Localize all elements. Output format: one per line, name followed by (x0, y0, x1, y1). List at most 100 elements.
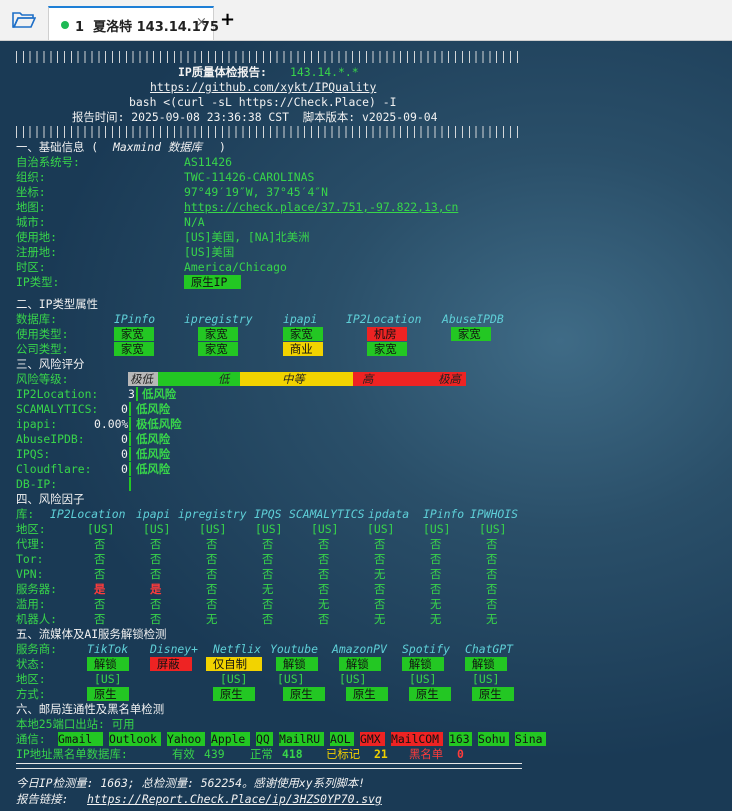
streaming-mode-badge: 原生 (283, 687, 325, 701)
command-text: bash <(curl -sL https://Check.Place) -I (129, 95, 397, 109)
factor-value: 否 (262, 537, 274, 551)
factor-value: 否 (262, 567, 274, 581)
streaming-region: [US] (277, 672, 305, 686)
risk-source: IPQS: (16, 447, 51, 461)
terminal-output[interactable]: IP质量体检报告: 143.14.*.* https://github.com/x… (0, 41, 732, 811)
factor-label: 滥用: (16, 597, 46, 611)
company-badge: 商业 (283, 342, 323, 356)
streaming-region: [US] (94, 672, 122, 686)
factor-value: 否 (318, 567, 330, 581)
comm-label: 通信: (16, 732, 46, 746)
black-label: 黑名单 (409, 747, 444, 761)
basic-value: [US]美国 (184, 245, 235, 259)
factor-value: 否 (206, 582, 218, 596)
basic-value[interactable]: https://check.place/37.751,-97.822,13,cn (184, 200, 458, 215)
section-basic-db: Maxmind 数据库 (113, 140, 203, 154)
mail-provider-badge: AOL (330, 732, 354, 746)
factor-value: 否 (486, 552, 498, 566)
company-label: 公司类型: (16, 342, 69, 356)
risk-verdict: 极低风险 (136, 417, 182, 431)
risk-source: DB-IP: (16, 477, 58, 491)
blacklist-label: IP地址黑名单数据库: (16, 747, 128, 761)
streaming-status-badge: 屏蔽 (150, 657, 192, 671)
service-name: ChatGPT (465, 642, 514, 656)
factor-label: 代理: (16, 537, 46, 551)
report-time: 报告时间: 2025-09-08 23:36:38 CST 脚本版本: v202… (72, 110, 438, 124)
factor-value: 否 (318, 612, 330, 626)
factor-value: 否 (374, 537, 386, 551)
factor-value: 否 (94, 537, 106, 551)
factor-value: 无 (430, 597, 442, 611)
mail-provider-badge: Yahoo (167, 732, 205, 746)
lib-name: IPQS (254, 507, 282, 521)
service-name: Disney+ (150, 642, 199, 656)
db-name: ipapi (283, 312, 318, 326)
factor-value: 无 (374, 567, 386, 581)
usage-badge: 机房 (367, 327, 407, 341)
factor-value: [US] (255, 522, 283, 536)
service-name: AmazonPV (332, 642, 387, 656)
company-badge: 家宽 (367, 342, 407, 356)
basic-value: AS11426 (184, 155, 233, 169)
streaming-mode-badge: 原生 (346, 687, 388, 701)
mail-provider-badge: Outlook (109, 732, 161, 746)
section-streaming-title: 五、流媒体及AI服务解锁检测 (16, 627, 167, 641)
lib-name: IPinfo (423, 507, 465, 521)
lib-label: 库: (16, 507, 35, 521)
risk-score: 0 (121, 402, 128, 416)
basic-value: TWC-11426-CAROLINAS (184, 170, 315, 184)
factor-value: 否 (94, 612, 106, 626)
factor-label: 地区: (16, 522, 46, 536)
basic-key: 坐标: (16, 185, 46, 199)
lib-name: IP2Location (50, 507, 126, 521)
new-tab-icon[interactable]: + (220, 9, 235, 30)
factor-value: 无 (206, 612, 218, 626)
risk-score: 0 (121, 432, 128, 446)
section-factors-title: 四、风险因子 (16, 492, 85, 506)
factor-value: 否 (318, 552, 330, 566)
company-badge: 家宽 (114, 342, 154, 356)
marked-label: 已标记 (326, 747, 361, 761)
risk-verdict: 低风险 (142, 387, 177, 401)
report-link[interactable]: https://Report.Check.Place/ip/3HZS0YP70.… (87, 792, 382, 807)
factor-value: 否 (262, 597, 274, 611)
factor-value: 否 (94, 552, 106, 566)
factor-value: 否 (486, 537, 498, 551)
session-tab[interactable]: 1 夏洛特 143.14.175 × (48, 6, 219, 40)
factor-value: 否 (150, 612, 162, 626)
mail-provider-badge: Sina (515, 732, 546, 746)
factor-value: [US] (423, 522, 451, 536)
usage-badge: 家宽 (451, 327, 491, 341)
footer-stats: 今日IP检测量: 1663; 总检测量: 562254。感谢使用xy系列脚本! (16, 776, 366, 790)
streaming-mode-badge: 原生 (472, 687, 514, 701)
folder-open-icon[interactable] (12, 11, 36, 29)
risk-scale-label: 极低 (130, 372, 153, 386)
factor-value: 否 (486, 567, 498, 581)
factor-value: 否 (206, 567, 218, 581)
risk-verdict: 低风险 (136, 447, 171, 461)
risk-bar (129, 402, 131, 416)
services-label: 服务商: (16, 642, 58, 656)
factor-value: 否 (262, 612, 274, 626)
double-separator-line (16, 763, 522, 769)
db-name: ipregistry (184, 312, 253, 326)
close-tab-icon[interactable]: × (196, 15, 207, 30)
ip-type-badge: 原生IP (184, 275, 241, 289)
basic-key: 自治系统号: (16, 155, 80, 169)
factor-value: 否 (430, 582, 442, 596)
section-risk-title: 三、风险评分 (16, 357, 85, 371)
service-name: Youtube (270, 642, 319, 656)
factor-value: 是 (150, 582, 162, 596)
streaming-status-badge: 解锁 (276, 657, 318, 671)
section-mail-title: 六、邮局连通性及黑名单检测 (16, 702, 165, 716)
port25-status: 本地25端口出站: 可用 (16, 717, 135, 731)
normal-label: 正常 (250, 747, 273, 761)
mail-provider-badge: MailCOM (391, 732, 443, 746)
mail-provider-badge: Sohu (478, 732, 509, 746)
risk-source: IP2Location: (16, 387, 99, 401)
repo-link[interactable]: https://github.com/xykt/IPQuality (150, 80, 376, 95)
factor-value: 无 (374, 612, 386, 626)
risk-bar (129, 417, 131, 431)
section-basic-title: 一、基础信息 ( (16, 140, 99, 154)
mail-provider-badge: GMX (360, 732, 385, 746)
